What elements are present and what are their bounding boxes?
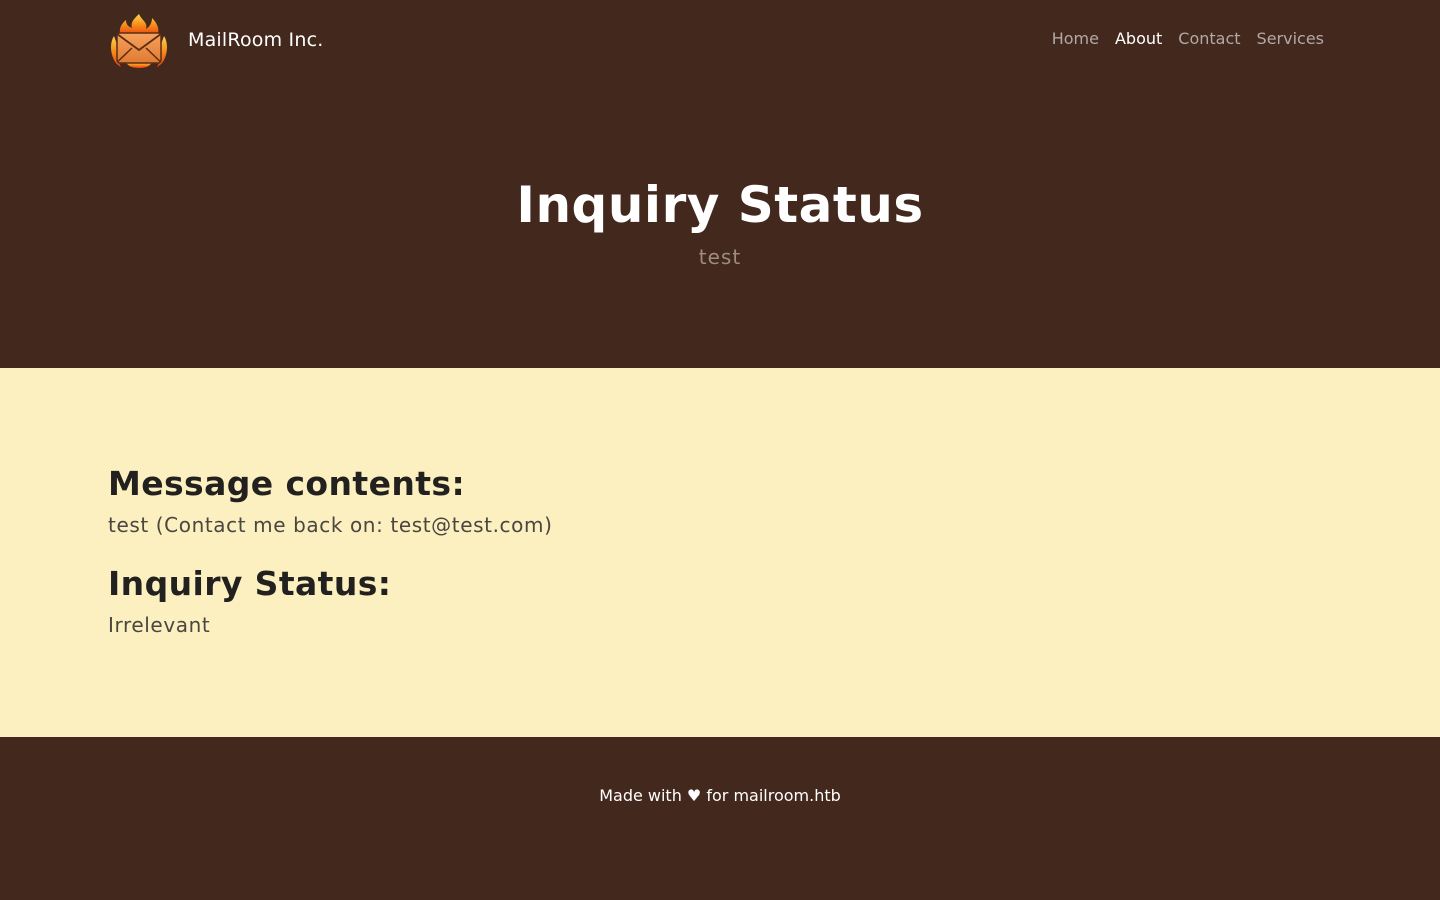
page-title: Inquiry Status	[516, 176, 924, 234]
brand-link[interactable]: MailRoom Inc.	[108, 12, 323, 68]
nav-links: Home About Contact Services	[1052, 29, 1324, 49]
navbar: MailRoom Inc. Home About Contact Service…	[0, 0, 1440, 80]
hero: Inquiry Status test	[0, 175, 1440, 269]
site-header: MailRoom Inc. Home About Contact Service…	[0, 0, 1440, 368]
nav-link-about[interactable]: About	[1115, 29, 1162, 49]
page-subtitle: test	[698, 245, 742, 269]
footer-text: Made with ♥ for mailroom.htb	[599, 786, 841, 805]
flaming-envelope-logo	[111, 14, 167, 68]
main-content: Message contents: test (Contact me back …	[0, 368, 1440, 737]
nav-link-services[interactable]: Services	[1257, 29, 1324, 49]
status-section: Inquiry Status: Irrelevant	[108, 564, 1332, 640]
message-section: Message contents: test (Contact me back …	[108, 464, 1332, 540]
site-footer: Made with ♥ for mailroom.htb	[0, 737, 1440, 900]
message-text: test (Contact me back on: test@test.com)	[108, 513, 553, 537]
nav-link-home[interactable]: Home	[1052, 29, 1099, 49]
nav-link-contact[interactable]: Contact	[1178, 29, 1240, 49]
brand-name: MailRoom Inc.	[188, 29, 324, 51]
status-heading: Inquiry Status:	[108, 564, 392, 603]
status-text: Irrelevant	[108, 613, 211, 637]
message-heading: Message contents:	[108, 464, 466, 503]
